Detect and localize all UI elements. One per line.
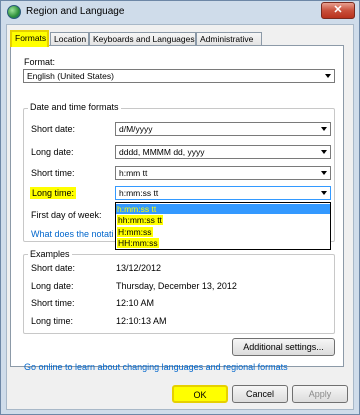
short-time-value: h:mm tt [119,168,148,178]
chevron-down-icon [321,127,327,131]
short-time-combo[interactable]: h:mm tt [115,166,331,180]
apply-button[interactable]: Apply [292,385,348,403]
tab-location[interactable]: Location [50,32,89,46]
chevron-down-icon [321,171,327,175]
window-title: Region and Language [26,6,125,17]
examples-group-title: Examples [28,249,72,259]
long-time-dropdown: h:mm:ss tt hh:mm:ss tt H:mm:ss HH:mm:ss [115,202,331,250]
title-bar: Region and Language ✕ [1,1,359,23]
dropdown-option[interactable]: HH:mm:ss [117,238,159,248]
short-time-label: Short time: [31,168,75,178]
short-date-value: d/M/yyyy [119,124,153,134]
long-date-label: Long date: [31,147,74,157]
example-long-date-label: Long date: [31,281,74,291]
notation-link[interactable]: What does the notati [31,229,114,239]
long-date-combo[interactable]: dddd, MMMM dd, yyyy [115,145,331,159]
tab-administrative[interactable]: Administrative [196,32,262,46]
example-short-date-value: 13/12/2012 [116,263,162,273]
example-long-time-label: Long time: [31,316,74,326]
long-time-value: h:mm:ss tt [119,188,159,198]
online-help-link[interactable]: Go online to learn about changing langua… [24,362,288,372]
chevron-down-icon [325,74,331,78]
globe-icon [7,5,21,19]
tab-keyboards-languages[interactable]: Keyboards and Languages [89,32,196,46]
ok-button[interactable]: OK [172,385,228,403]
chevron-down-icon [321,150,327,154]
tab-formats[interactable]: Formats [10,30,49,47]
dropdown-option[interactable]: H:mm:ss [117,227,153,237]
cancel-button[interactable]: Cancel [232,385,288,403]
date-time-group-title: Date and time formats [28,102,121,112]
example-short-date-label: Short date: [31,263,76,273]
format-combo[interactable]: English (United States) [23,69,335,83]
format-value: English (United States) [27,71,114,81]
first-day-label: First day of week: [31,210,102,220]
chevron-down-icon [321,191,327,195]
example-short-time-label: Short time: [31,298,75,308]
example-long-date-value: Thursday, December 13, 2012 [116,281,237,291]
short-date-combo[interactable]: d/M/yyyy [115,122,331,136]
long-time-label: Long time: [30,187,77,199]
dropdown-option[interactable]: hh:mm:ss tt [117,215,163,225]
format-label: Format: [24,57,56,67]
close-button[interactable]: ✕ [321,2,355,19]
long-time-combo[interactable]: h:mm:ss tt [115,186,331,200]
example-short-time-value: 12:10 AM [116,298,155,308]
example-long-time-value: 12:10:13 AM [116,316,167,326]
long-date-value: dddd, MMMM dd, yyyy [119,147,205,157]
long-time-label-highlight: Long time: [30,187,77,199]
short-date-label: Short date: [31,124,76,134]
additional-settings-button[interactable]: Additional settings... [232,338,335,356]
dropdown-option[interactable]: h:mm:ss tt [116,204,330,214]
